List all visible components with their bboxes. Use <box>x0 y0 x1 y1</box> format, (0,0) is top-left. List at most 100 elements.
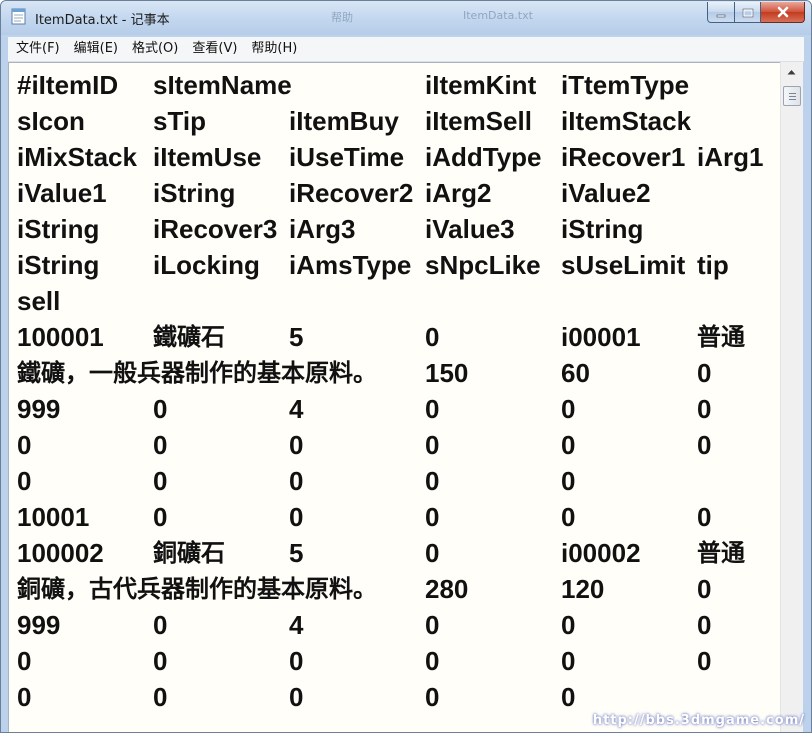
text-cell: 0 <box>561 394 576 424</box>
window-controls <box>707 2 805 23</box>
text-cell: iArg2 <box>425 178 492 208</box>
text-cell: 0 <box>153 394 168 424</box>
text-cell: sTip <box>153 106 206 136</box>
text-cell: 0 <box>153 502 168 532</box>
text-cell: iRecover2 <box>289 178 414 208</box>
text-cell: 0 <box>17 646 32 676</box>
text-cell: sNpcLike <box>425 250 541 280</box>
text-line: sIcon sTip iItemBuy iItemSell iItemStack <box>17 103 781 139</box>
menu-help[interactable]: 帮助(H) <box>244 37 304 61</box>
text-cell: 0 <box>289 646 304 676</box>
text-cell: 0 <box>697 394 712 424</box>
text-line: 999 0 4 0 0 0 <box>17 607 781 643</box>
text-cell: 0 <box>425 394 440 424</box>
text-cell: 0 <box>153 466 168 496</box>
text-cell: 5 <box>289 322 304 352</box>
text-line: 999 0 4 0 0 0 <box>17 391 781 427</box>
text-cell: 0 <box>561 610 576 640</box>
text-line: 0 0 0 0 0 0 <box>17 427 781 463</box>
text-cell: 0 <box>697 502 712 532</box>
text-cell: 0 <box>425 538 440 568</box>
minimize-button[interactable] <box>707 2 735 23</box>
text-cell: 60 <box>561 358 590 388</box>
text-cell: 0 <box>425 646 440 676</box>
minimize-icon <box>716 3 726 22</box>
text-cell: 0 <box>561 430 576 460</box>
text-cell: 鐵礦石 <box>153 323 225 351</box>
watermark: http://bbs.3dmgame.com/ <box>592 713 805 728</box>
text-cell: 999 <box>17 610 61 640</box>
text-cell: iItemSell <box>425 106 532 136</box>
text-cell: iValue2 <box>561 178 651 208</box>
text-cell: i00002 <box>561 538 641 568</box>
window-title: ItemData.txt - 记事本 <box>35 13 170 28</box>
text-cell: 0 <box>697 358 712 388</box>
text-cell: 0 <box>153 682 168 712</box>
text-cell: iAddType <box>425 142 542 172</box>
text-cell: 4 <box>289 394 304 424</box>
text-cell: 0 <box>153 646 168 676</box>
text-cell: 0 <box>561 646 576 676</box>
notepad-window: 帮助 ItemData.txt ItemData.txt - 记事本 文件(F)… <box>0 0 812 733</box>
text-cell: 0 <box>153 610 168 640</box>
text-content: #iItemID sItemName iItemKint iTtemType sIcon… <box>17 67 781 715</box>
text-cell: 0 <box>17 682 32 712</box>
text-cell: iString <box>153 178 236 208</box>
text-cell: iUseTime <box>289 142 405 172</box>
menu-bar: 文件(F) 编辑(E) 格式(O) 查看(V) 帮助(H) <box>8 37 804 62</box>
text-cell: 0 <box>697 646 712 676</box>
title-bar[interactable]: 帮助 ItemData.txt ItemData.txt - 记事本 <box>1 1 811 35</box>
thumb-grip <box>788 95 796 97</box>
thumb-grip <box>788 92 796 94</box>
text-cell: 150 <box>425 358 469 388</box>
text-cell: 0 <box>425 430 440 460</box>
text-cell: #iItemID <box>17 70 119 100</box>
close-icon <box>776 3 790 22</box>
close-button[interactable] <box>761 2 805 23</box>
text-cell: sUseLimit <box>561 250 686 280</box>
scrollbar-thumb[interactable] <box>783 86 801 106</box>
scroll-up-arrow-icon <box>787 68 796 78</box>
menu-edit[interactable]: 编辑(E) <box>67 37 125 61</box>
menu-file[interactable]: 文件(F) <box>8 37 67 61</box>
text-cell: iItemStack <box>561 106 692 136</box>
vertical-scrollbar[interactable] <box>780 62 803 732</box>
text-cell: 0 <box>289 502 304 532</box>
notepad-app-icon[interactable] <box>11 7 27 25</box>
text-cell: iRecover1 <box>561 142 686 172</box>
text-line: iValue1 iString iRecover2 iArg2 iValue2 <box>17 175 781 211</box>
text-cell: sell <box>17 286 61 316</box>
text-cell: i00001 <box>561 322 641 352</box>
text-cell: iRecover3 <box>153 214 278 244</box>
text-cell: 0 <box>697 610 712 640</box>
text-line: 銅礦，古代兵器制作的基本原料。 280 120 0 <box>17 571 781 607</box>
text-cell: iMixStack <box>17 142 137 172</box>
text-cell: 0 <box>561 502 576 532</box>
thumb-grip <box>788 98 796 100</box>
text-cell: iLocking <box>153 250 260 280</box>
text-cell: iItemUse <box>153 142 262 172</box>
text-editor-area[interactable]: #iItemID sItemName iItemKint iTtemType sIcon… <box>8 62 781 732</box>
text-cell: 0 <box>17 430 32 460</box>
text-cell: 銅礦，古代兵器制作的基本原料。 <box>17 575 377 603</box>
maximize-icon <box>742 3 754 22</box>
text-cell: 0 <box>425 610 440 640</box>
text-cell: iString <box>561 214 644 244</box>
scroll-up-button[interactable] <box>782 64 801 81</box>
text-cell: tip <box>697 250 729 280</box>
menu-format[interactable]: 格式(O) <box>125 37 185 61</box>
text-line: sell <box>17 283 781 319</box>
text-cell: 普通 <box>697 539 745 567</box>
text-line: 0 0 0 0 0 <box>17 679 781 715</box>
text-cell: 0 <box>289 466 304 496</box>
text-cell: iValue1 <box>17 178 107 208</box>
text-cell: iValue3 <box>425 214 515 244</box>
maximize-button[interactable] <box>735 2 761 23</box>
menu-view[interactable]: 查看(V) <box>185 37 244 61</box>
text-line: 10001 0 0 0 0 0 <box>17 499 781 535</box>
text-cell: iTtemType <box>561 70 690 100</box>
text-cell: 0 <box>289 430 304 460</box>
background-title-ghost: ItemData.txt <box>463 9 533 22</box>
text-line: 100002 銅礦石 5 0 i00002 普通 <box>17 535 781 571</box>
text-line: 0 0 0 0 0 0 <box>17 643 781 679</box>
